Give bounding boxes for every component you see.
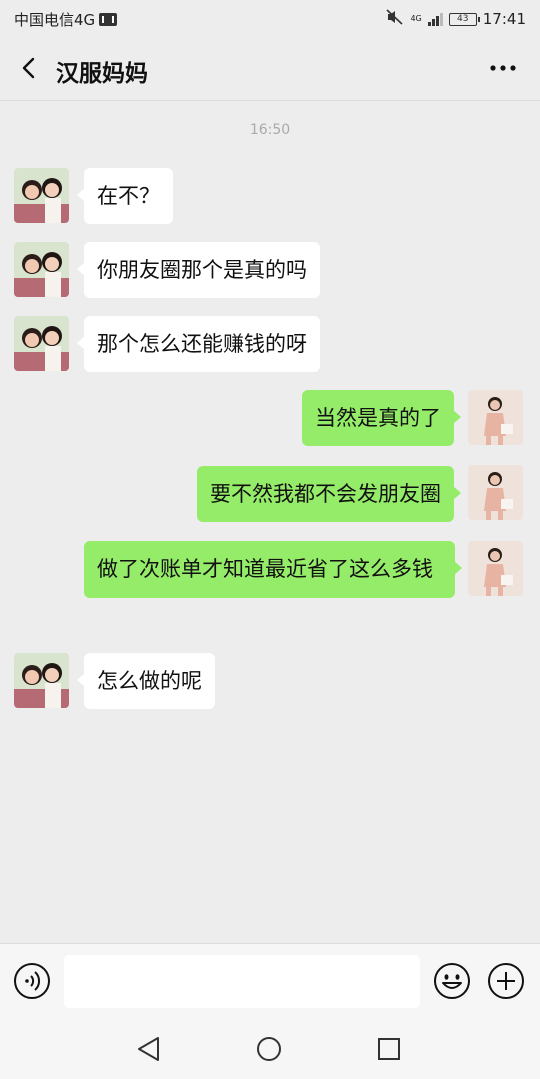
message-bubble-incoming[interactable]: 怎么做的呢 xyxy=(77,653,215,709)
status-left: 中国电信4G xyxy=(14,9,118,30)
chat-title: 汉服妈妈 xyxy=(56,61,148,87)
chat-header: 汉服妈妈 xyxy=(0,36,540,101)
signal-icon xyxy=(427,12,443,26)
nav-recents-icon[interactable] xyxy=(374,1034,404,1064)
nav-back-icon[interactable] xyxy=(134,1034,164,1064)
my-avatar[interactable] xyxy=(468,465,523,520)
activity-icon xyxy=(99,13,118,26)
message-timestamp: 16:50 xyxy=(249,122,291,138)
message-bubble-incoming[interactable]: 那个怎么还能赚钱的呀 xyxy=(77,316,320,372)
clock: 17:41 xyxy=(482,10,526,28)
status-right: 4G 43 17:41 xyxy=(386,9,526,29)
smiley-icon[interactable] xyxy=(433,962,471,1000)
more-dots-icon[interactable] xyxy=(488,56,518,80)
my-avatar[interactable] xyxy=(468,390,523,445)
message-input[interactable] xyxy=(64,955,420,1008)
message-bubble-outgoing[interactable]: 要不然我都不会发朋友圈 xyxy=(197,466,461,522)
chevron-left-icon[interactable] xyxy=(18,56,42,80)
message-bubble-outgoing[interactable]: 当然是真的了 xyxy=(302,390,461,446)
plus-circle-icon[interactable] xyxy=(487,962,525,1000)
contact-avatar[interactable] xyxy=(14,653,69,708)
voice-icon[interactable] xyxy=(13,962,51,1000)
contact-avatar[interactable] xyxy=(14,316,69,371)
network-badge: 4G xyxy=(410,14,422,23)
my-avatar[interactable] xyxy=(468,541,523,596)
message-composer xyxy=(0,943,540,1020)
message-bubble-incoming[interactable]: 你朋友圈那个是真的吗 xyxy=(77,242,320,298)
message-bubble-outgoing[interactable]: 做了次账单才知道最近省了这么多钱 xyxy=(84,541,462,598)
system-nav-bar xyxy=(0,1019,540,1079)
contact-avatar[interactable] xyxy=(14,242,69,297)
contact-avatar[interactable] xyxy=(14,168,69,223)
carrier-label: 中国电信4G xyxy=(14,11,96,29)
mute-icon xyxy=(386,9,404,29)
battery-icon: 43 xyxy=(448,12,480,26)
message-bubble-incoming[interactable]: 在不？ xyxy=(77,168,173,224)
status-bar: 中国电信4G 4G 43 17:41 xyxy=(0,0,540,36)
nav-home-icon[interactable] xyxy=(254,1034,284,1064)
